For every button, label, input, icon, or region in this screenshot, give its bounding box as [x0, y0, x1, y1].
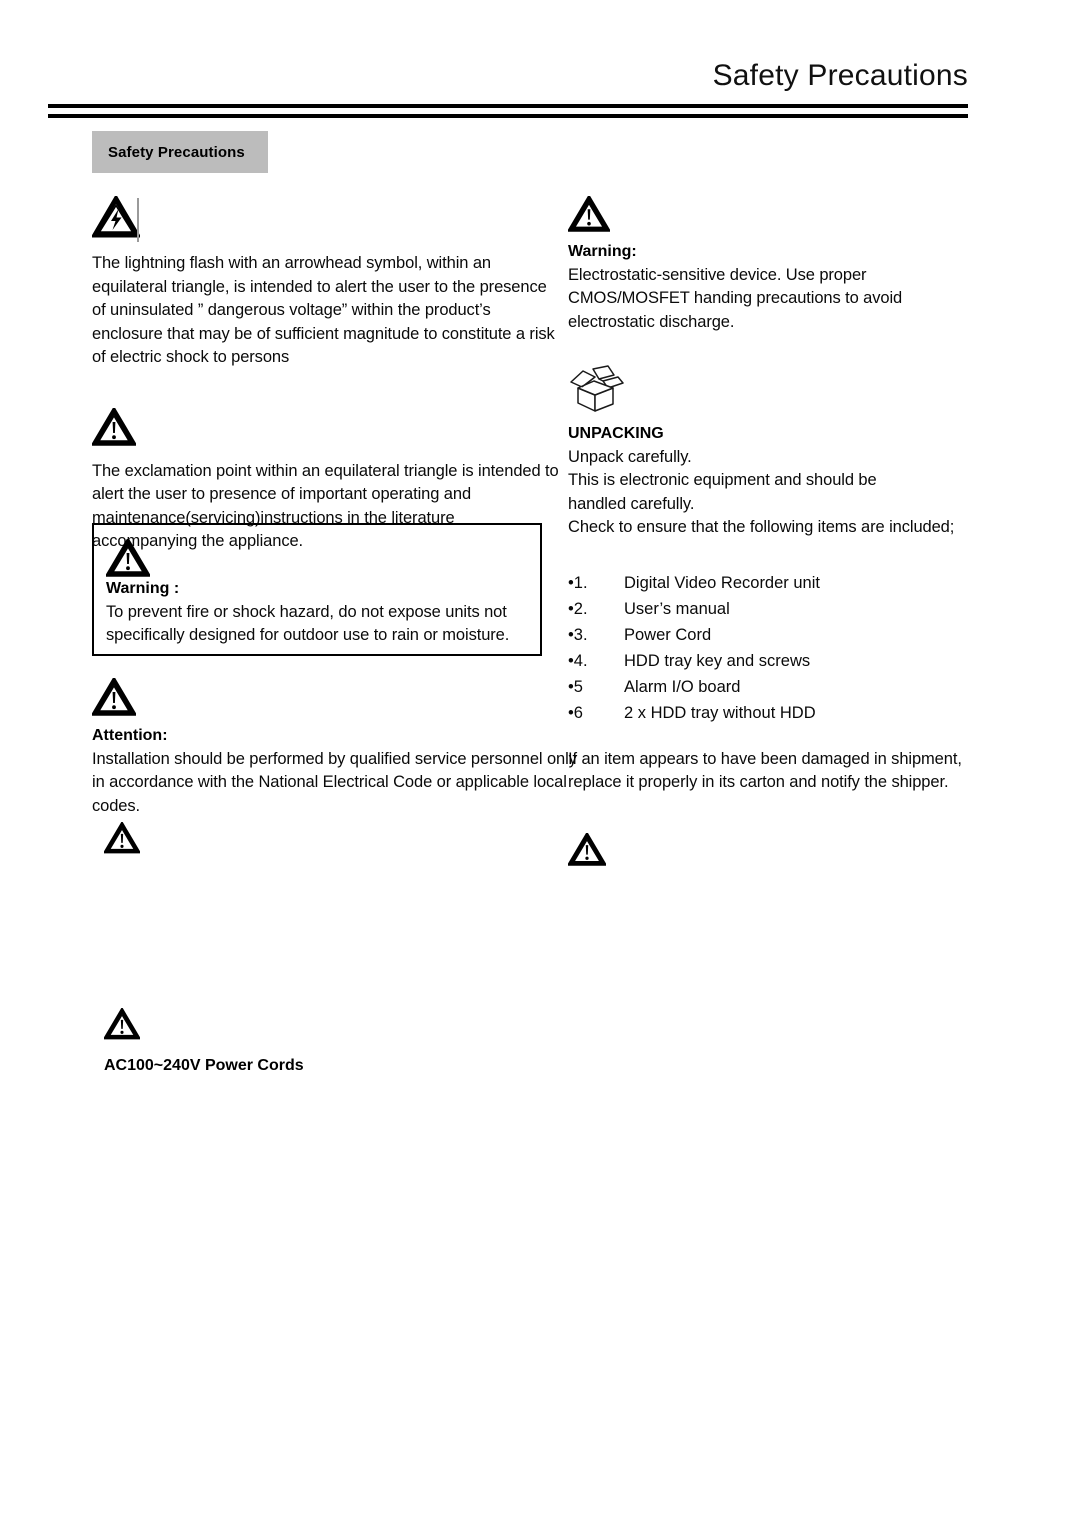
- warning-triangle-icon: [106, 539, 540, 577]
- attention-block: Attention: Installation should be perfor…: [92, 678, 582, 818]
- lightning-warning-text: The lightning flash with an arrowhead sy…: [92, 254, 555, 366]
- esd-warning-block: Warning: Electrostatic-sensitive device.…: [568, 196, 988, 334]
- power-cords-block: AC100~240V Power Cords: [104, 1008, 524, 1078]
- document-page: Safety Precautions Safety Precautions Th…: [0, 0, 1080, 1525]
- header-rule-top: [48, 104, 968, 108]
- list-item-number: •3.: [568, 625, 588, 644]
- warning-outdoor-heading: Warning :: [106, 580, 180, 597]
- attention-text: Installation should be performed by qual…: [92, 749, 577, 815]
- list-item-label: 2 x HDD tray without HDD: [624, 703, 816, 722]
- list-item: •3. Power Cord: [568, 622, 988, 648]
- list-item-number: •5: [568, 677, 583, 696]
- list-item-number: •2.: [568, 599, 588, 618]
- lightning-bolt-triangle-icon: [92, 196, 562, 238]
- list-item: •1. Digital Video Recorder unit: [568, 570, 988, 596]
- list-item-label: User’s manual: [624, 599, 730, 618]
- header-rule-bottom: [48, 114, 968, 118]
- left-column: The lightning flash with an arrowhead sy…: [92, 196, 562, 554]
- list-item: •4. HDD tray key and screws: [568, 648, 988, 674]
- attention-heading: Attention:: [92, 727, 168, 744]
- orphan-warning-block: [104, 822, 140, 854]
- warning-triangle-icon: [104, 1008, 524, 1040]
- list-item-label: Digital Video Recorder unit: [624, 573, 820, 592]
- list-item: •5 Alarm I/O board: [568, 674, 988, 700]
- section-title-label: Safety Precautions: [108, 143, 245, 161]
- section-title-tab: Safety Precautions: [92, 131, 268, 173]
- unpacking-lines: Unpack carefully. This is electronic equ…: [568, 446, 988, 540]
- warning-triangle-icon: [568, 196, 988, 232]
- esd-warning-text: Electrostatic-sensitive device. Use prop…: [568, 265, 903, 331]
- unpacking-heading: UNPACKING: [568, 425, 664, 442]
- unpacking-line: This is electronic equipment and should …: [568, 471, 877, 489]
- list-item-label: Alarm I/O board: [624, 677, 741, 696]
- warning-triangle-icon: [104, 822, 140, 854]
- list-item-number: •1.: [568, 573, 588, 592]
- included-items-list: •1. Digital Video Recorder unit •2. User…: [568, 570, 988, 726]
- page-header-title: Safety Precautions: [712, 59, 968, 92]
- list-item-number: •4.: [568, 651, 588, 670]
- damage-note-text: If an item appears to have been damaged …: [568, 749, 962, 792]
- unpacking-block: UNPACKING Unpack carefully. This is elec…: [568, 364, 988, 540]
- warning-triangle-icon: [92, 678, 582, 716]
- unpacking-line: Unpack carefully.: [568, 447, 692, 466]
- list-item: •2. User’s manual: [568, 596, 988, 622]
- lightning-warning-block: The lightning flash with an arrowhead sy…: [92, 196, 562, 370]
- power-cords-heading: AC100~240V Power Cords: [104, 1057, 304, 1074]
- unpacking-line: handled carefully.: [568, 494, 695, 513]
- list-item-label: Power Cord: [624, 625, 712, 644]
- warning-outdoor-box: Warning : To prevent fire or shock hazar…: [92, 523, 542, 656]
- unpacking-line: Check to ensure that the following items…: [568, 518, 955, 536]
- warning-triangle-icon: [92, 407, 562, 446]
- list-item-number: •6: [568, 703, 583, 722]
- list-item: •6 2 x HDD tray without HDD: [568, 700, 988, 726]
- warning-triangle-icon: [568, 832, 988, 866]
- esd-warning-heading: Warning:: [568, 243, 637, 260]
- right-column: Warning: Electrostatic-sensitive device.…: [568, 196, 988, 866]
- warning-outdoor-text: To prevent fire or shock hazard, do not …: [106, 602, 510, 645]
- icon-divider-line: [137, 198, 139, 242]
- open-box-icon: [568, 364, 988, 414]
- list-item-label: HDD tray key and screws: [624, 651, 811, 670]
